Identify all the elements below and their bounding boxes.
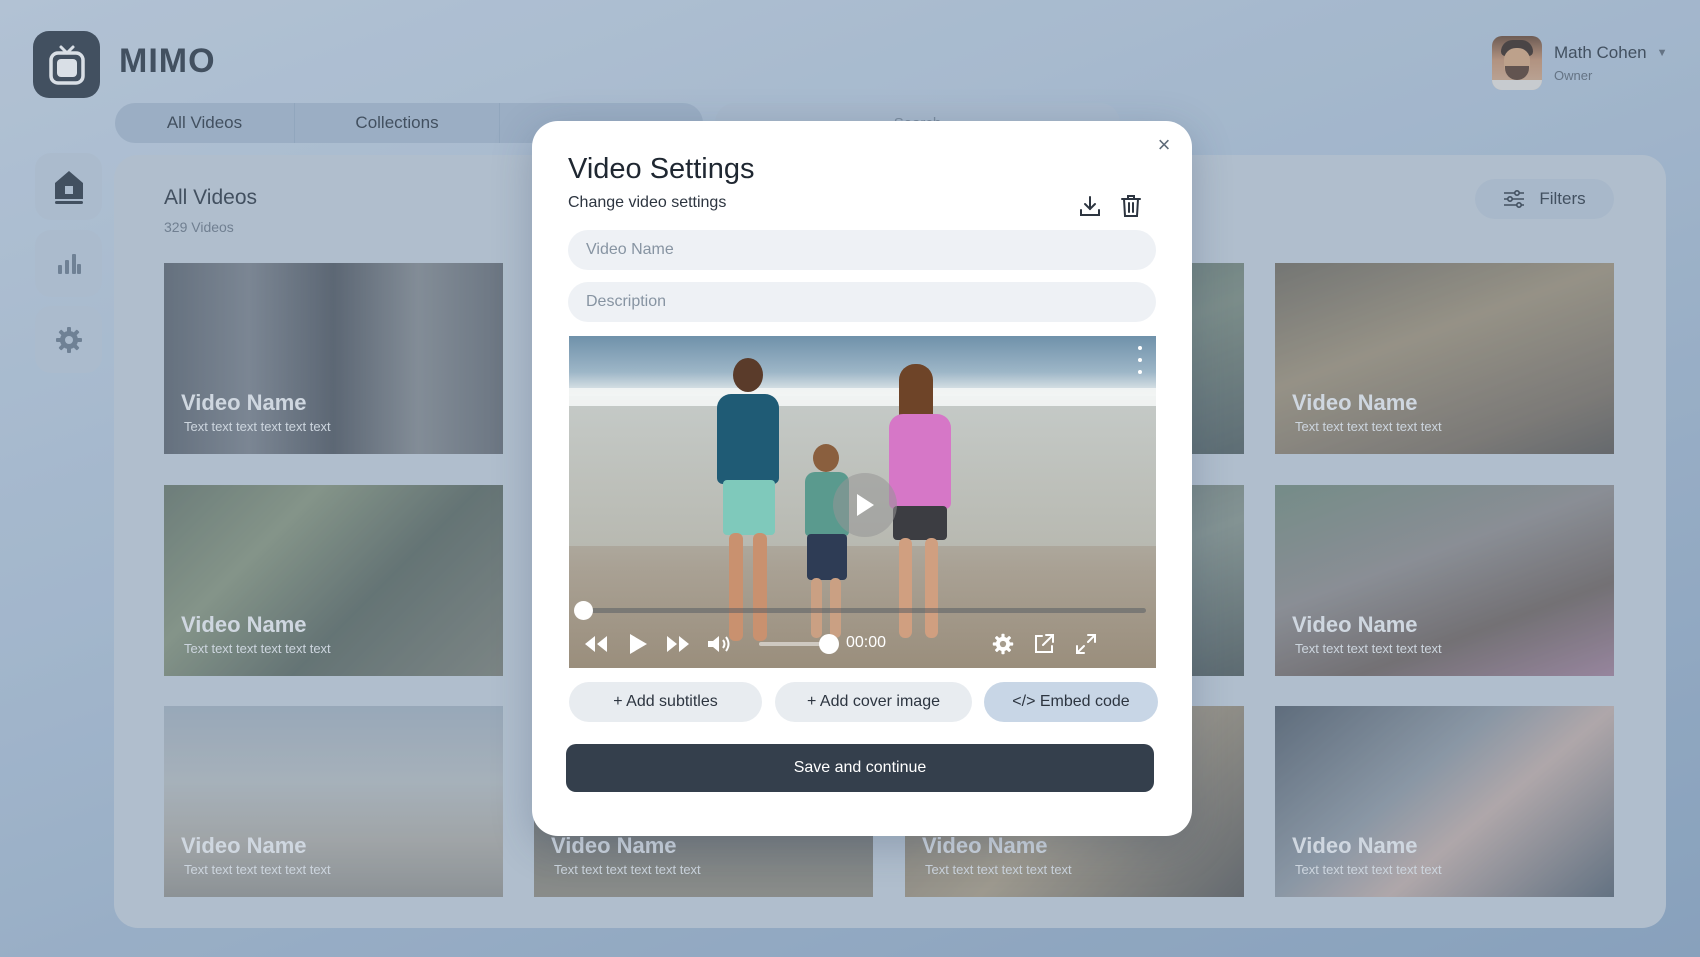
fullscreen-button[interactable] (1074, 626, 1098, 662)
scene-figure (797, 444, 857, 644)
external-link-icon (1035, 634, 1054, 653)
rewind-button[interactable] (583, 626, 609, 662)
gear-icon (992, 633, 1014, 655)
player-scene (569, 336, 1156, 396)
scene-figure (709, 358, 789, 648)
time-display: 00:00 (846, 634, 887, 651)
modal-title: Video Settings (568, 153, 755, 185)
player-scene-wave (569, 388, 1156, 406)
fast-forward-icon (667, 636, 689, 652)
progress-handle[interactable] (574, 601, 593, 620)
close-icon[interactable]: × (1152, 133, 1176, 157)
player-settings-button[interactable] (991, 626, 1015, 662)
download-icon (1080, 196, 1100, 216)
volume-slider[interactable] (759, 634, 839, 654)
fast-forward-button[interactable] (665, 626, 691, 662)
rewind-icon (585, 636, 607, 652)
play-button[interactable] (627, 626, 649, 662)
play-overlay-button[interactable] (833, 473, 897, 537)
add-subtitles-button[interactable]: + Add subtitles (569, 682, 762, 722)
trash-icon (1121, 195, 1141, 217)
add-cover-image-button[interactable]: + Add cover image (775, 682, 972, 722)
progress-bar[interactable] (574, 601, 1146, 620)
volume-icon (708, 636, 730, 652)
video-name-field[interactable] (568, 230, 1156, 270)
embed-code-button[interactable]: </> Embed code (984, 682, 1158, 722)
volume-handle[interactable] (819, 634, 839, 654)
description-field[interactable] (568, 282, 1156, 322)
save-and-continue-button[interactable]: Save and continue (566, 744, 1154, 792)
app-root: MIMO Math Cohen ▼ Owner All Videos Colle… (0, 0, 1700, 957)
fullscreen-icon (1076, 634, 1096, 654)
play-icon (857, 494, 874, 516)
play-icon (630, 634, 647, 654)
video-settings-modal: × Video Settings Change video settings V… (532, 121, 1192, 836)
player-controls: 00:00 (569, 626, 1156, 662)
volume-button[interactable] (706, 626, 734, 662)
popout-button[interactable] (1032, 626, 1056, 662)
modal-subtitle: Change video settings (568, 194, 727, 211)
more-options-icon[interactable] (1136, 346, 1144, 374)
download-button[interactable] (1075, 191, 1105, 221)
delete-button[interactable] (1116, 191, 1146, 221)
video-player[interactable]: 00:00 (569, 336, 1156, 668)
